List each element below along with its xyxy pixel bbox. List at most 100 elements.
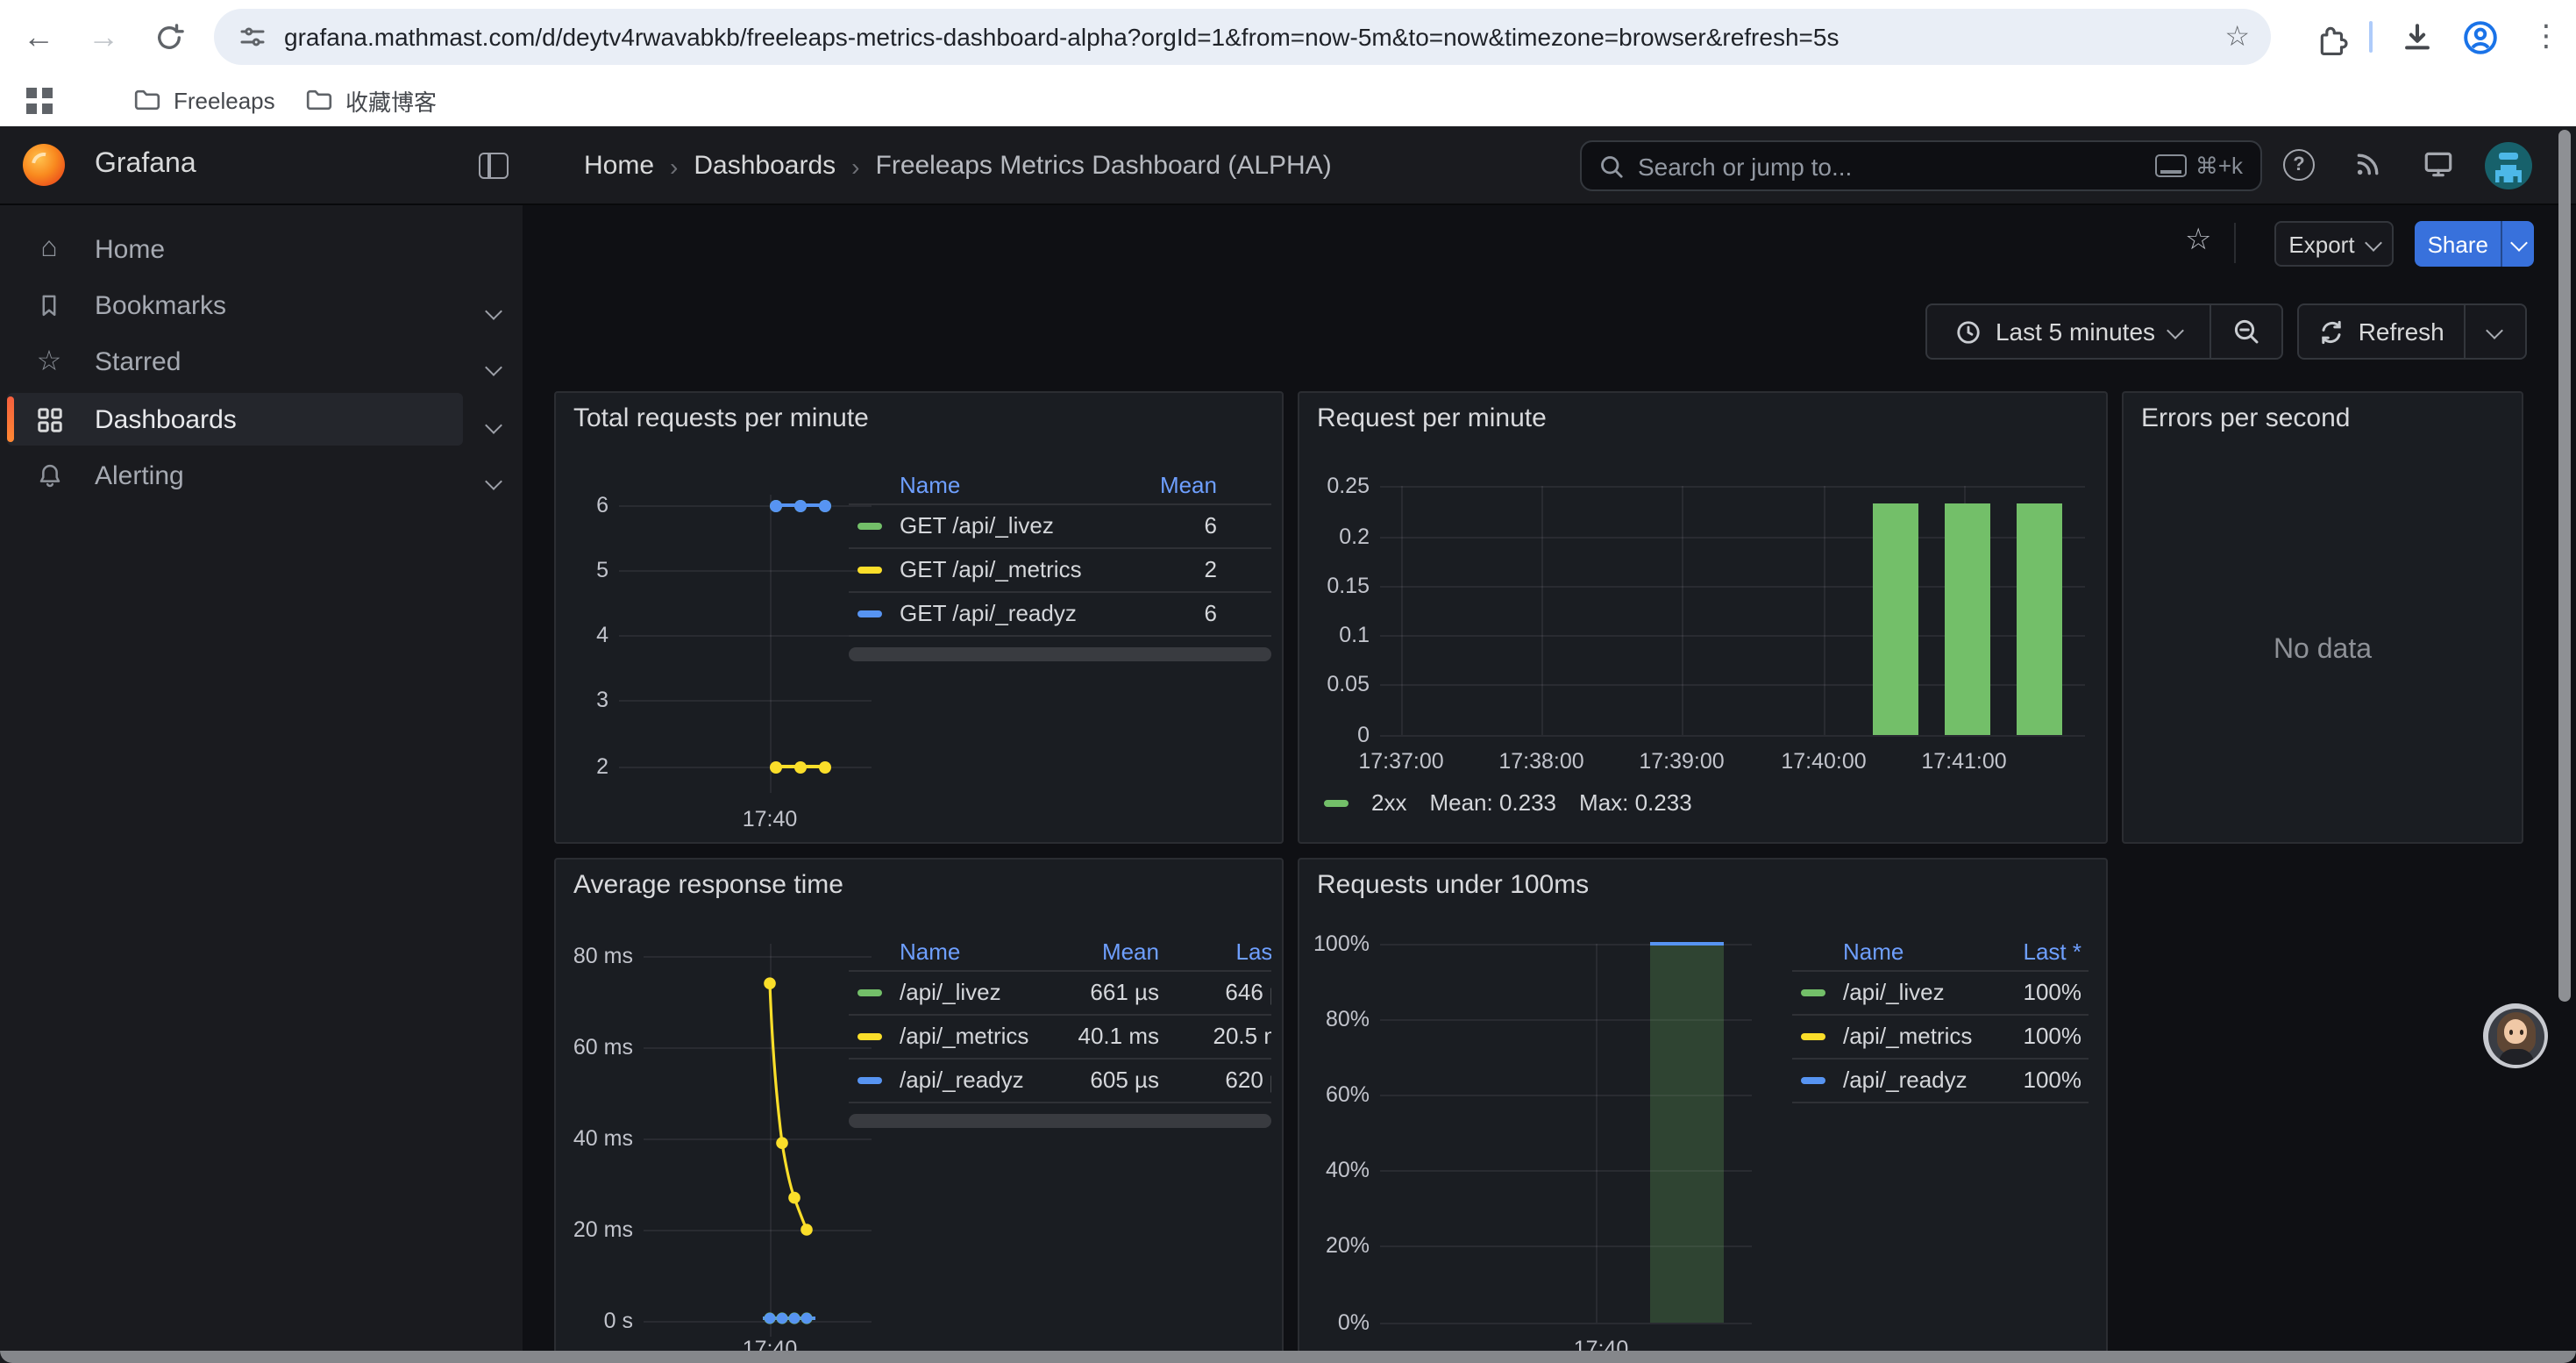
bookmark-folder-freeleaps[interactable]: Freeleaps [119,79,289,121]
search-input[interactable]: Search or jump to... ⌘+k [1580,140,2262,191]
legend-series-name[interactable]: /api/_livez [1843,979,1945,1005]
legend-mean-value: 605 µs [1090,1067,1159,1093]
share-button[interactable]: Share [2415,221,2501,267]
panel-total-requests-per-minute: Total requests per minute 6543217:40Name… [554,391,1284,844]
kiosk-monitor-icon[interactable] [2422,147,2455,181]
legend-series-pill [1801,1033,1825,1040]
search-shortcut: ⌘+k [2155,152,2243,180]
refresh-interval-dropdown[interactable] [2465,305,2525,358]
gridline [644,956,872,958]
user-avatar[interactable] [2485,142,2532,189]
legend-col-last[interactable]: Last * [2024,938,2082,965]
legend-row: GET /api/_readyz6 [849,591,1271,637]
apps-grid-icon[interactable] [26,88,37,98]
export-button[interactable]: Export [2274,221,2394,267]
legend-series-name[interactable]: /api/_livez [900,979,1001,1005]
bookmark-star-icon[interactable]: ☆ [2224,19,2250,54]
legend-series-name[interactable]: /api/_metrics [1843,1023,1972,1049]
y-axis-tick: 0.15 [1306,574,1370,598]
request-per-minute-chart: 0.250.20.150.10.05017:37:0017:38:0017:39… [1299,393,2106,842]
menu-dots-icon[interactable]: ⋮ [2522,12,2571,61]
legend-scrollbar[interactable] [849,647,1271,661]
legend-mean-value: 661 µs [1090,979,1159,1005]
search-icon [1599,153,1624,178]
legend-series-name[interactable]: /api/_readyz [1843,1067,1968,1093]
address-bar[interactable]: grafana.mathmast.com/d/deytv4rwavabkb/fr… [214,9,2271,65]
legend-header: Name Last * [1792,933,2089,970]
legend-series-name[interactable]: GET /api/_livez [900,512,1054,539]
legend-last-value: 620 µs [1164,1067,1271,1093]
gridline [1541,486,1543,735]
help-icon[interactable]: ? [2283,149,2315,181]
page-scrollbar[interactable] [2558,130,2571,1002]
legend-col-name[interactable]: Name [1843,938,1904,965]
refresh-button[interactable]: Refresh [2299,305,2463,358]
sidebar-collapse-icon[interactable] [479,153,509,179]
gridline [1401,486,1403,735]
legend-col-mean[interactable]: Mean [1160,472,1217,498]
y-axis-tick: 0.1 [1306,623,1370,647]
x-axis-tick: 17:40:00 [1762,749,1885,774]
gridline [1682,486,1683,735]
dashboard-canvas: ☆ Export Share Last 5 minutes [523,205,2576,1363]
legend-col-last[interactable]: Last * [1164,938,1271,965]
forward-icon[interactable]: → [79,12,128,61]
favorite-star-icon[interactable]: ☆ [2185,223,2212,258]
bookmark-folder-blogs[interactable]: 收藏博客 [291,79,451,121]
legend-col-name[interactable]: Name [900,938,960,965]
gridline [1824,486,1825,735]
grafana-logo-icon[interactable] [23,144,65,186]
sidebar-item-starred[interactable]: ☆ Starred [7,335,463,388]
gridline [770,495,772,793]
legend-scrollbar[interactable] [849,1114,1271,1128]
legend-col-mean[interactable]: Mean [1102,938,1159,965]
sidebar-item-home[interactable]: ⌂ Home [7,223,463,275]
assistant-avatar[interactable] [2483,1003,2548,1068]
gridline [644,1047,872,1049]
news-rss-icon[interactable] [2353,149,2383,179]
legend-series-name[interactable]: /api/_readyz [900,1067,1024,1093]
time-range-picker[interactable]: Last 5 minutes [1927,305,2210,358]
zoom-out-button[interactable] [2211,305,2280,358]
site-settings-icon[interactable] [238,23,267,51]
legend-series-name[interactable]: 2xx [1371,789,1406,816]
y-axis-tick: 40 ms [563,1126,633,1151]
panel-request-per-minute: Request per minute 0.250.20.150.10.05017… [1298,391,2108,844]
y-axis-tick: 80 ms [563,944,633,968]
y-axis-tick: 4 [566,623,608,647]
profile-icon[interactable] [2455,12,2504,61]
y-axis-tick: 0% [1306,1310,1370,1335]
legend-series-name[interactable]: GET /api/_metrics [900,556,1082,582]
grafana-navbar: Grafana Home › Dashboards › Freeleaps Me… [0,126,2576,205]
legend-header: Name MeanLast * [849,933,1271,970]
data-point [769,760,781,773]
breadcrumb-home[interactable]: Home [584,151,654,181]
reload-icon[interactable] [144,12,193,61]
extensions-icon[interactable] [2308,14,2357,63]
download-icon[interactable] [2392,12,2441,61]
apps-grid-icon [32,406,67,432]
y-axis-tick: 3 [566,688,608,712]
chevron-down-icon[interactable] [487,354,500,386]
sidebar-item-alerting[interactable]: Alerting [7,449,463,502]
breadcrumb-dashboards[interactable]: Dashboards [694,151,836,181]
gridline [1380,735,2085,737]
legend-series-pill [857,1077,882,1084]
share-dropdown-button[interactable] [2501,221,2534,267]
sidebar-item-bookmarks[interactable]: Bookmarks [7,279,463,332]
chevron-down-icon[interactable] [487,468,500,500]
legend-col-name[interactable]: Name [900,472,960,498]
legend-row: /api/_metrics40.1 ms20.5 ms [849,1014,1271,1058]
gridline [619,570,872,572]
legend-series-name[interactable]: /api/_metrics [900,1023,1028,1049]
requests-under-100ms-chart: 100%80%60%40%20%0%17:40NameLast */api/_l… [1299,860,2106,1363]
chevron-down-icon[interactable] [487,412,500,444]
chevron-down-icon[interactable] [487,298,500,330]
legend-series-name[interactable]: GET /api/_readyz [900,600,1077,626]
y-axis-tick: 60% [1306,1082,1370,1107]
y-axis-tick: 0 s [563,1309,633,1333]
sidebar-item-dashboards[interactable]: Dashboards [7,393,463,446]
back-icon[interactable]: ← [14,12,63,61]
legend-max: Max: 0.233 [1579,789,1692,816]
panel-title[interactable]: Errors per second [2141,403,2350,433]
